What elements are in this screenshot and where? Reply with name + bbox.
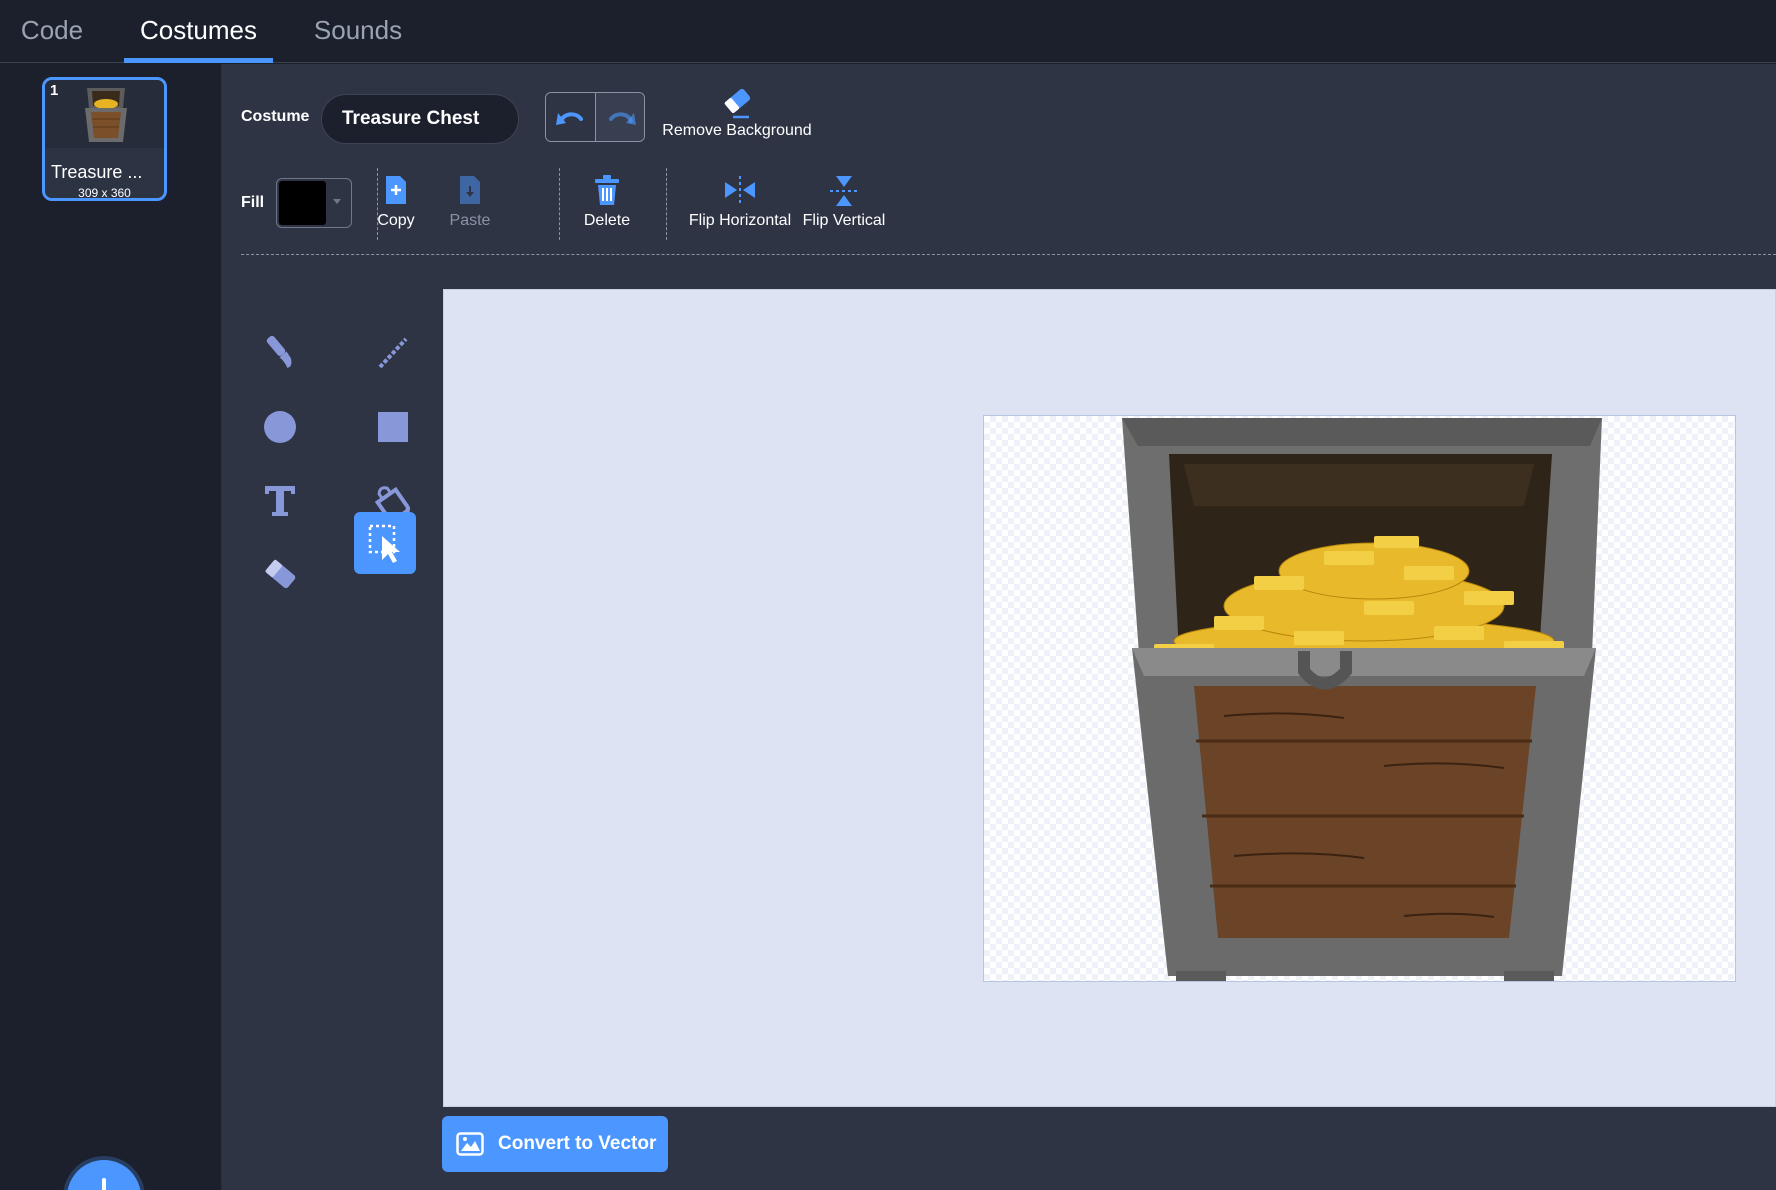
costume-artboard[interactable]	[983, 415, 1736, 982]
circle-icon	[264, 411, 296, 443]
toolbar-divider	[559, 168, 560, 240]
add-costume-button[interactable]	[67, 1160, 141, 1190]
treasure-chest-image	[1122, 418, 1602, 981]
undo-icon	[556, 112, 583, 125]
undo-redo-group	[545, 92, 645, 142]
fill-label: Fill	[241, 194, 265, 211]
active-tab-indicator	[124, 58, 273, 63]
circle-tool[interactable]	[249, 396, 311, 458]
costume-tile[interactable]: 1 Treasure ... 309 x 360	[42, 77, 167, 201]
line-icon	[378, 337, 408, 369]
top-tab-bar: Code Costumes Sounds	[0, 0, 1776, 63]
paint-editor-screen: Code Costumes Sounds 1 Treasure ... 309 …	[0, 0, 1776, 1190]
trash-icon	[595, 175, 619, 205]
select-icon	[368, 524, 400, 563]
delete-button[interactable]: Delete	[567, 174, 647, 230]
costume-name-input[interactable]	[321, 94, 519, 144]
drawing-canvas[interactable]	[443, 289, 1776, 1107]
costume-name-label: Costume	[241, 108, 310, 125]
rectangle-icon	[378, 412, 408, 442]
costume-number: 1	[50, 82, 59, 99]
chevron-down-icon	[333, 199, 341, 204]
remove-background-label: Remove Background	[662, 122, 812, 139]
toolbar-divider	[666, 168, 667, 240]
flip-vertical-button[interactable]: Flip Vertical	[798, 174, 890, 230]
tab-code[interactable]: Code	[6, 0, 98, 63]
rectangle-tool[interactable]	[362, 396, 424, 458]
costume-size: 309 x 360	[78, 186, 131, 200]
flip-vertical-label: Flip Vertical	[802, 212, 886, 229]
remove-background-button[interactable]: Remove Background	[662, 84, 812, 140]
copy-icon	[386, 176, 406, 204]
eraser-tool-icon	[265, 559, 296, 589]
treasure-chest-thumbnail	[85, 88, 127, 142]
flip-horizontal-label: Flip Horizontal	[688, 212, 792, 229]
redo-button[interactable]	[596, 93, 644, 141]
paste-icon	[460, 176, 480, 204]
tab-sounds[interactable]: Sounds	[298, 0, 418, 63]
flip-vertical-icon	[830, 176, 858, 206]
toolbar-bottom-divider	[241, 254, 1776, 255]
brush-icon	[266, 335, 292, 368]
tab-sounds-label: Sounds	[313, 15, 403, 45]
image-icon	[456, 1132, 484, 1156]
undo-button[interactable]	[546, 93, 596, 141]
eraser-tool[interactable]	[249, 544, 311, 606]
brush-tool[interactable]	[249, 322, 311, 384]
redo-icon	[609, 112, 636, 125]
tab-costumes[interactable]: Costumes	[124, 0, 273, 63]
plus-icon	[102, 1178, 106, 1190]
delete-label: Delete	[583, 212, 631, 229]
select-tool[interactable]	[354, 512, 416, 574]
text-icon	[265, 486, 295, 516]
paste-button[interactable]: Paste	[426, 174, 514, 230]
flip-horizontal-icon	[725, 176, 755, 204]
flip-horizontal-button[interactable]: Flip Horizontal	[684, 174, 796, 230]
paste-label: Paste	[449, 212, 491, 229]
tab-costumes-label: Costumes	[139, 15, 258, 45]
eraser-icon	[724, 88, 751, 119]
tab-code-label: Code	[20, 15, 84, 45]
convert-to-vector-label: Convert to Vector	[498, 1133, 657, 1154]
text-tool[interactable]	[249, 470, 311, 532]
fill-color-swatch	[279, 181, 326, 225]
costume-name: Treasure ...	[51, 162, 143, 182]
convert-to-vector-button[interactable]: Convert to Vector	[442, 1116, 668, 1172]
costume-list: 1 Treasure ... 309 x 360	[0, 64, 222, 1190]
fill-color-picker[interactable]	[276, 178, 352, 228]
paint-editor: Costume Treasure Chest Remove Background…	[222, 64, 1776, 1190]
line-tool[interactable]	[362, 322, 424, 384]
